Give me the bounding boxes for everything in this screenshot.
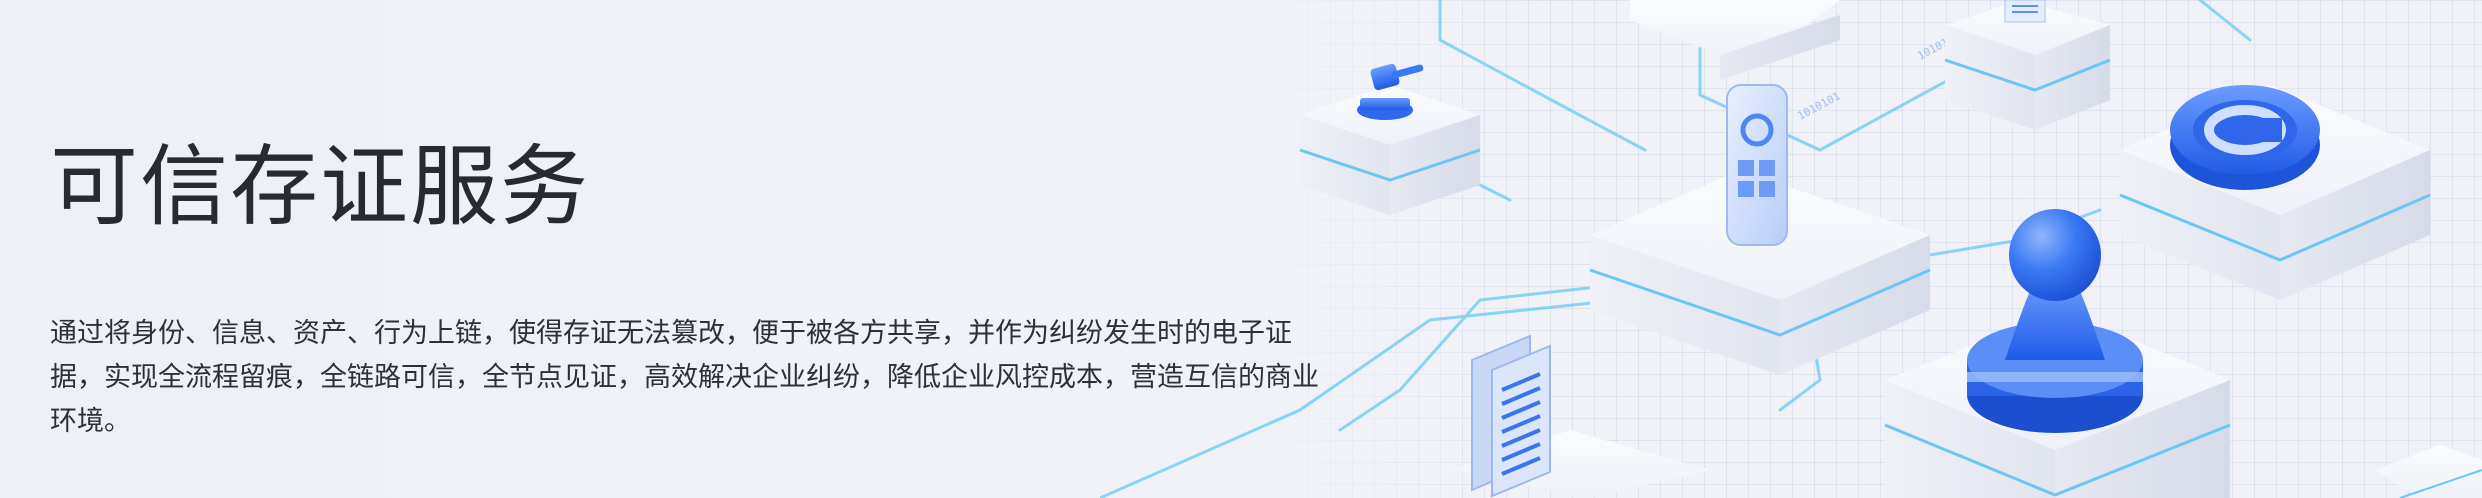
edge-cube	[2375, 445, 2482, 498]
phone-icon	[1726, 84, 1788, 246]
copyright-icon	[2170, 85, 2320, 190]
document-platform	[1450, 334, 1710, 498]
top-cube-left	[1630, 0, 1840, 80]
svg-text:1010101: 1010101	[1795, 89, 1842, 122]
hero-description: 通过将身份、信息、资产、行为上链，使得存证无法篡改，便于被各方共享，并作为纠纷发…	[50, 318, 1319, 437]
copyright-platform	[2119, 85, 2431, 300]
phone-platform	[1589, 84, 1931, 375]
hero-content: 可信存证服务 通过将身份、信息、资产、行为上链，使得存证无法篡改，便于被各方共享…	[50, 132, 1330, 444]
document-icon	[1471, 334, 1551, 498]
page-title: 可信存证服务	[50, 135, 591, 238]
top-cube-right	[1944, 0, 2111, 130]
stamp-icon	[1967, 209, 2143, 433]
hero-banner: 1010101 0101010 0101 10101	[0, 0, 2482, 498]
